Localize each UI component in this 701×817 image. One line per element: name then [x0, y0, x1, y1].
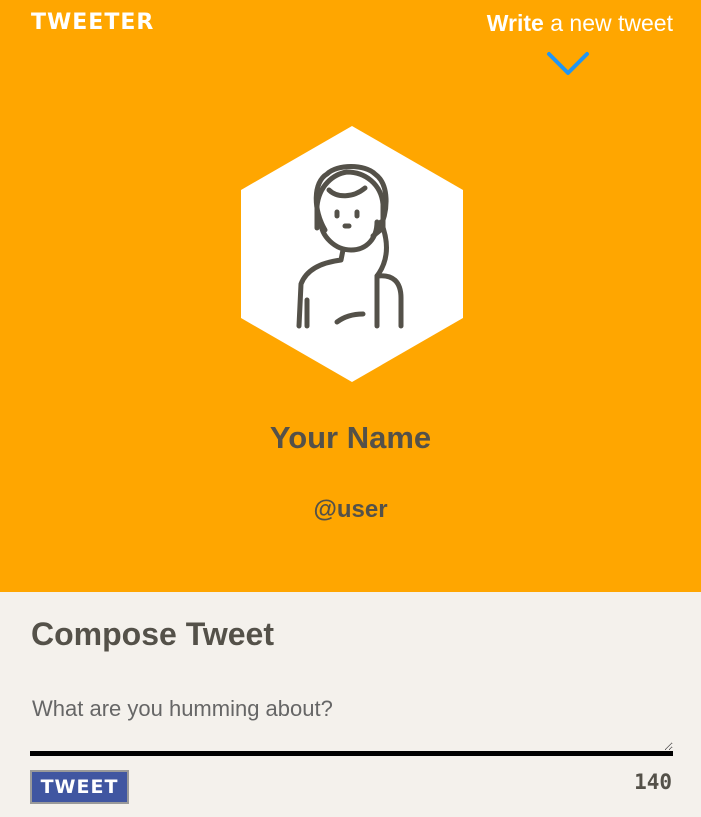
compose-title: Compose Tweet	[31, 616, 274, 652]
user-avatar-icon	[241, 126, 463, 382]
write-new-tweet-link[interactable]: Write a new tweet	[487, 10, 673, 37]
chevron-down-icon[interactable]	[546, 50, 590, 78]
brand-logo[interactable]: TWEETER	[31, 10, 154, 35]
tweet-input[interactable]	[30, 688, 673, 756]
tweet-button[interactable]: TWEET	[30, 770, 129, 804]
profile-handle: @user	[313, 496, 388, 523]
profile-header: TWEETER Write a new tweet Your Name @use…	[0, 0, 701, 592]
profile-name: Your Name	[269, 420, 432, 455]
write-link-rest: a new tweet	[543, 10, 673, 36]
compose-section: Compose Tweet TWEET 140	[0, 592, 701, 817]
write-link-strong: Write	[486, 10, 544, 36]
character-counter: 140	[634, 770, 672, 794]
